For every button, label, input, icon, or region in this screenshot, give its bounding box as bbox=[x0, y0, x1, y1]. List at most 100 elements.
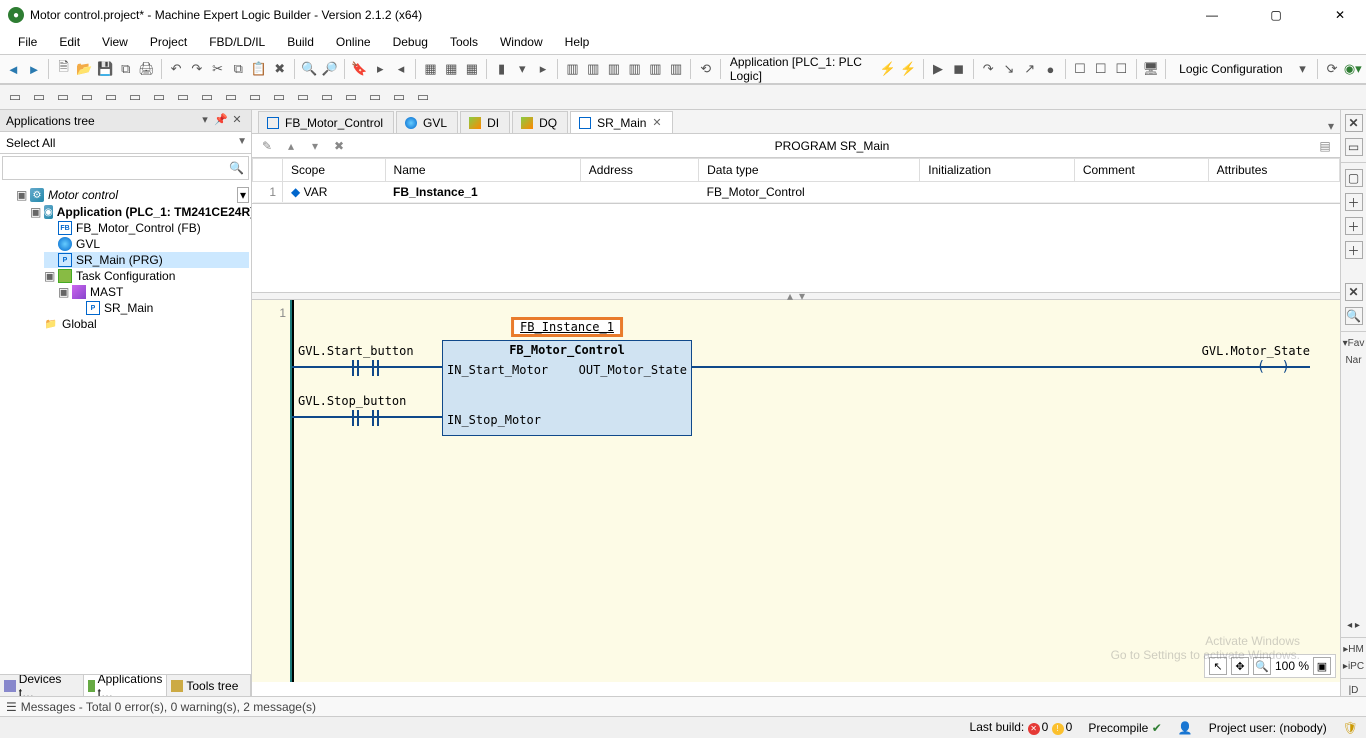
menu-tools[interactable]: Tools bbox=[440, 33, 488, 51]
project-tree[interactable]: ▣⚙Motor control▾ ▣◉Application (PLC_1: T… bbox=[0, 182, 251, 660]
right-search-icon[interactable]: 🔍 bbox=[1345, 307, 1363, 325]
menu-edit[interactable]: Edit bbox=[49, 33, 90, 51]
right-scroll-left[interactable]: ◂ ▸ bbox=[1347, 620, 1360, 631]
monitor-icon[interactable]: 🖥 bbox=[1142, 58, 1161, 80]
right-rect-icon[interactable]: ▭ bbox=[1345, 138, 1363, 156]
block4-icon[interactable]: ▥ bbox=[625, 58, 644, 80]
tab-applications-tree[interactable]: Applications t… bbox=[84, 675, 168, 696]
contact-start[interactable] bbox=[352, 360, 359, 376]
globe-icon[interactable]: ◉▾ bbox=[1343, 58, 1362, 80]
tree-root[interactable]: Motor control bbox=[48, 188, 118, 202]
fb-block[interactable]: FB_Instance_1 FB_Motor_Control IN_Start_… bbox=[442, 340, 692, 436]
contact-start-2[interactable] bbox=[372, 360, 379, 376]
run-icon[interactable]: ▶ bbox=[929, 58, 948, 80]
right-tab-ipc[interactable]: ▸iPC bbox=[1343, 661, 1364, 672]
menu-online[interactable]: Online bbox=[326, 33, 381, 51]
fbd-icon-12[interactable]: ▭ bbox=[268, 86, 290, 108]
tree-taskcfg[interactable]: Task Configuration bbox=[76, 269, 175, 283]
saveall-icon[interactable]: ⧉ bbox=[116, 58, 135, 80]
save-icon[interactable]: 💾 bbox=[96, 58, 115, 80]
fbd-icon-18[interactable]: ▭ bbox=[412, 86, 434, 108]
table-row[interactable]: 1 ◆ VAR FB_Instance_1 FB_Motor_Control bbox=[253, 182, 1340, 203]
tree-fb-motor[interactable]: FB_Motor_Control (FB) bbox=[76, 221, 201, 235]
tree-application[interactable]: Application (PLC_1: TM241CE24R) bbox=[57, 205, 251, 219]
col-comment[interactable]: Comment bbox=[1074, 159, 1208, 182]
fbd-icon-1[interactable]: ▭ bbox=[4, 86, 26, 108]
col-scope[interactable]: Scope bbox=[283, 159, 386, 182]
decl-down-icon[interactable]: ▾ bbox=[306, 137, 324, 155]
splitter[interactable]: ▴▾ bbox=[252, 292, 1340, 300]
block1-icon[interactable]: ▥ bbox=[563, 58, 582, 80]
ladder-hscroll[interactable] bbox=[252, 682, 1340, 696]
right-close2-icon[interactable]: ✕ bbox=[1345, 283, 1363, 301]
right-close-icon[interactable]: ✕ bbox=[1345, 114, 1363, 132]
tab-gvl[interactable]: GVL bbox=[396, 111, 458, 133]
stepin-icon[interactable]: ↘ bbox=[1000, 58, 1019, 80]
menu-file[interactable]: File bbox=[8, 33, 47, 51]
block5-icon[interactable]: ▥ bbox=[646, 58, 665, 80]
fbd-icon-6[interactable]: ▭ bbox=[124, 86, 146, 108]
trace-icon[interactable]: ☐ bbox=[1071, 58, 1090, 80]
fbd-icon-13[interactable]: ▭ bbox=[292, 86, 314, 108]
refresh-icon[interactable]: ⟲ bbox=[696, 58, 715, 80]
open-icon[interactable]: 📂 bbox=[75, 58, 94, 80]
sync-icon[interactable]: ⟳ bbox=[1323, 58, 1342, 80]
nav-fwd-icon[interactable]: ► bbox=[25, 58, 44, 80]
right-tab-fav[interactable]: ▾Fav bbox=[1343, 338, 1365, 349]
tab-dq[interactable]: DQ bbox=[512, 111, 568, 133]
decl-hscroll[interactable] bbox=[252, 278, 1340, 292]
fbd-icon-3[interactable]: ▭ bbox=[52, 86, 74, 108]
ladder-editor[interactable]: 1 FB_Instance_1 FB_Motor_Control IN_Star… bbox=[252, 300, 1340, 682]
pan-icon[interactable]: ✥ bbox=[1231, 657, 1249, 675]
messages-bar[interactable]: ☰ Messages - Total 0 error(s), 0 warning… bbox=[0, 696, 1366, 716]
decl-wand-icon[interactable]: ✎ bbox=[258, 137, 276, 155]
right-tab-hm[interactable]: ▸HM bbox=[1343, 644, 1364, 655]
menu-help[interactable]: Help bbox=[555, 33, 600, 51]
tab-tools-tree[interactable]: Tools tree bbox=[167, 675, 251, 696]
delete-icon[interactable]: ✖ bbox=[270, 58, 289, 80]
search-icon[interactable]: 🔍 bbox=[229, 161, 244, 175]
stepover-icon[interactable]: ↷ bbox=[979, 58, 998, 80]
stop-icon[interactable]: ◼ bbox=[949, 58, 968, 80]
findrepl-icon[interactable]: 🔎 bbox=[321, 58, 340, 80]
fbd-icon-14[interactable]: ▭ bbox=[316, 86, 338, 108]
block2-icon[interactable]: ▥ bbox=[584, 58, 603, 80]
box-icon[interactable]: ▦ bbox=[421, 58, 440, 80]
tabs-overflow-icon[interactable]: ▾ bbox=[1322, 119, 1340, 133]
tree-gvl[interactable]: GVL bbox=[76, 237, 100, 251]
search-input[interactable] bbox=[7, 161, 229, 175]
login-icon[interactable]: ⚡ bbox=[878, 58, 897, 80]
menu-view[interactable]: View bbox=[92, 33, 138, 51]
fbd-icon-9[interactable]: ▭ bbox=[196, 86, 218, 108]
trace2-icon[interactable]: ☐ bbox=[1091, 58, 1110, 80]
col-name[interactable]: Name bbox=[385, 159, 580, 182]
menu-fbd-ld-il[interactable]: FBD/LD/IL bbox=[199, 33, 275, 51]
panel-dropdown-icon[interactable]: ▾ bbox=[197, 113, 213, 129]
find-icon[interactable]: 🔍 bbox=[300, 58, 319, 80]
bar-icon[interactable]: ▮ bbox=[492, 58, 511, 80]
tree-srmain[interactable]: SR_Main (PRG) bbox=[76, 253, 163, 267]
paste-icon[interactable]: 📋 bbox=[250, 58, 269, 80]
block6-icon[interactable]: ▥ bbox=[667, 58, 686, 80]
new-icon[interactable]: 🗎 bbox=[54, 58, 73, 80]
right-plus3-icon[interactable]: ＋ bbox=[1345, 241, 1363, 259]
contact-stop[interactable] bbox=[352, 410, 359, 426]
stepout-icon[interactable]: ↗ bbox=[1020, 58, 1039, 80]
menu-project[interactable]: Project bbox=[140, 33, 197, 51]
select-all-dropdown[interactable]: Select All ▼ bbox=[0, 132, 251, 154]
bookmark-next-icon[interactable]: ▸ bbox=[371, 58, 390, 80]
tab-sr-main[interactable]: SR_Main✕ bbox=[570, 111, 673, 133]
fbd-icon-15[interactable]: ▭ bbox=[340, 86, 362, 108]
minimize-button[interactable]: — bbox=[1194, 8, 1230, 22]
logic-caret-icon[interactable]: ▾ bbox=[1293, 58, 1312, 80]
zoom-icon[interactable]: 🔍 bbox=[1253, 657, 1271, 675]
fbd-icon-8[interactable]: ▭ bbox=[172, 86, 194, 108]
contact-stop-2[interactable] bbox=[372, 410, 379, 426]
right-icon[interactable]: ▸ bbox=[534, 58, 553, 80]
logic-config-dropdown[interactable]: Logic Configuration bbox=[1171, 62, 1291, 76]
right-tab-nar[interactable]: Nar bbox=[1345, 355, 1361, 366]
panel-close-icon[interactable]: ✕ bbox=[229, 113, 245, 129]
fbd-icon-17[interactable]: ▭ bbox=[388, 86, 410, 108]
tab-devices-tree[interactable]: Devices t… bbox=[0, 675, 84, 696]
tree-mast[interactable]: MAST bbox=[90, 285, 123, 299]
